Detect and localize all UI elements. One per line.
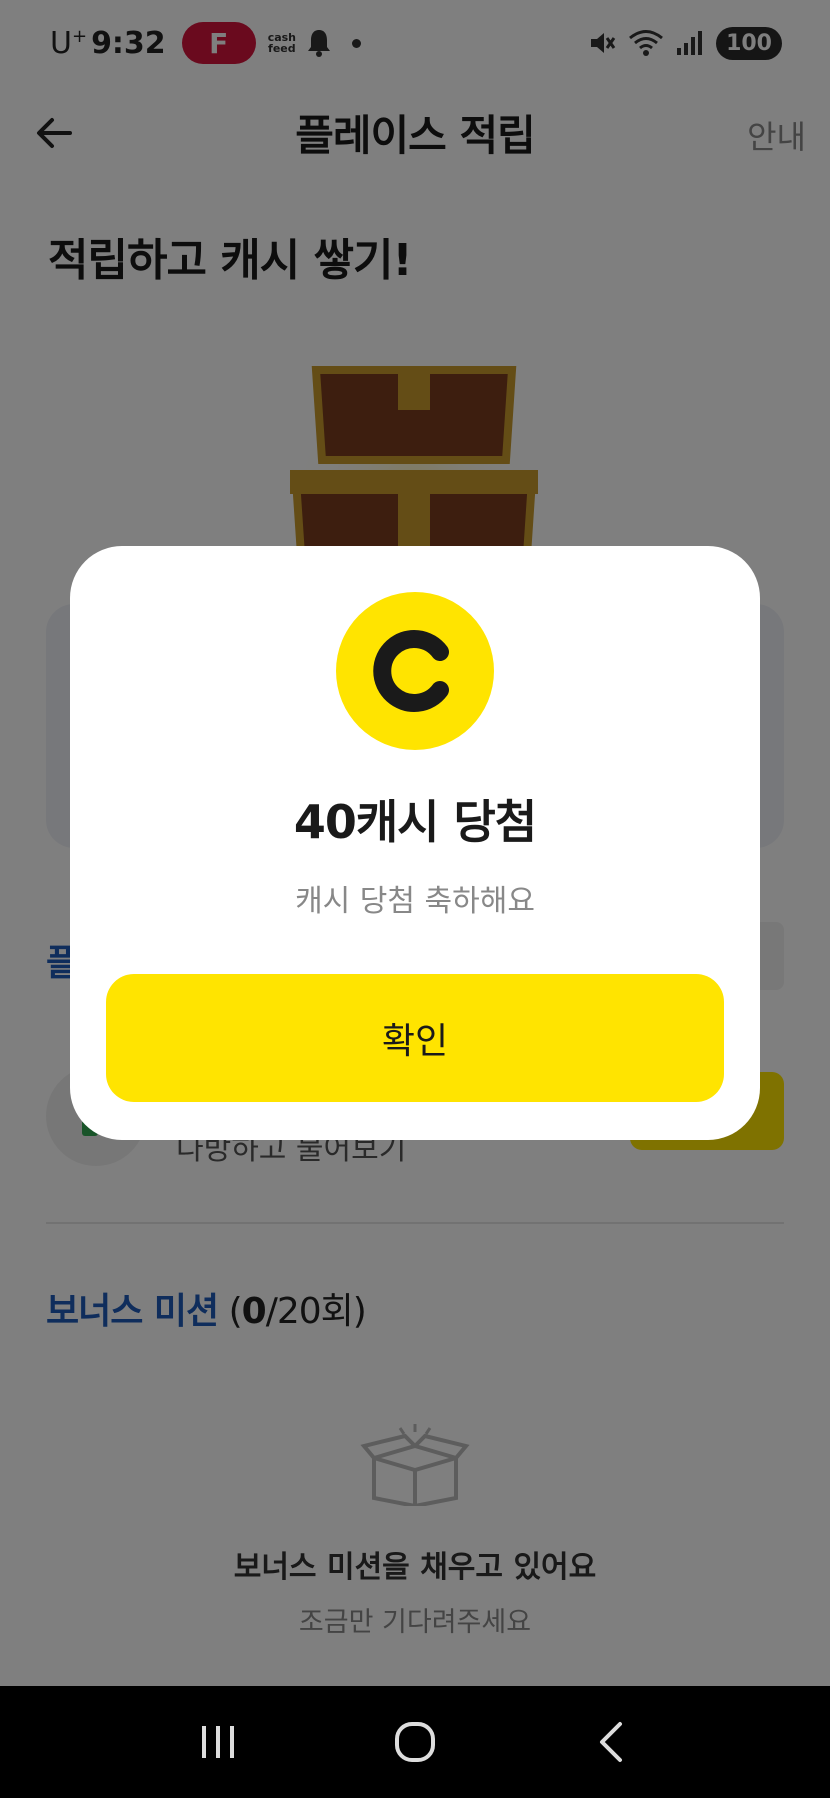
back-nav-icon[interactable] xyxy=(592,1720,632,1764)
reward-modal: 40캐시 당첨 캐시 당첨 축하해요 확인 xyxy=(70,546,760,1140)
cash-coin-icon xyxy=(336,592,494,750)
reward-title: 40캐시 당첨 xyxy=(293,795,537,849)
recent-apps-icon[interactable] xyxy=(198,1722,238,1762)
reward-subtitle: 캐시 당첨 축하해요 xyxy=(295,884,535,919)
confirm-button[interactable]: 확인 xyxy=(106,974,724,1102)
system-nav-bar xyxy=(0,1686,830,1798)
home-icon[interactable] xyxy=(393,1720,437,1764)
